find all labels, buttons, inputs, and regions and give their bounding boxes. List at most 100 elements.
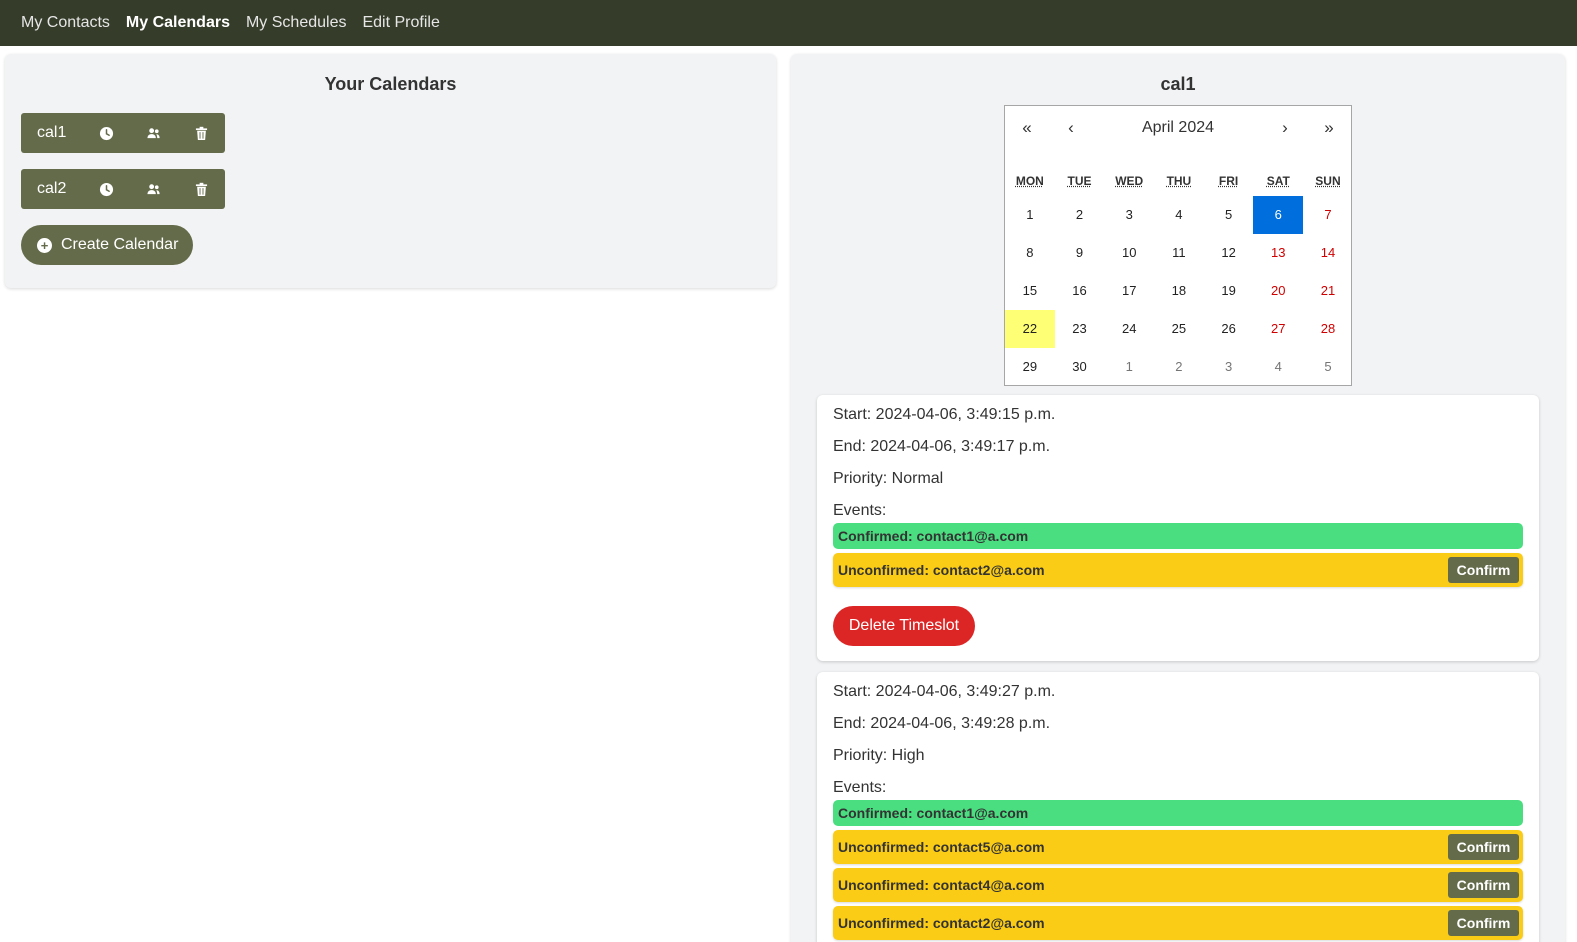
calendar-item-cal2: cal2 <box>21 169 225 209</box>
calendar-name[interactable]: cal2 <box>21 180 83 198</box>
calendar-grid: MON TUE WED THU FRI SAT SUN 1 2 3 4 5 6 … <box>1005 166 1353 386</box>
create-calendar-label: Create Calendar <box>61 236 178 254</box>
trash-icon[interactable] <box>178 113 226 153</box>
day-cell[interactable]: 17 <box>1104 272 1154 310</box>
day-cell[interactable]: 23 <box>1055 310 1105 348</box>
trash-icon[interactable] <box>178 169 226 209</box>
day-cell[interactable]: 3 <box>1104 196 1154 234</box>
day-cell[interactable]: 20 <box>1253 272 1303 310</box>
nav-my-schedules[interactable]: My Schedules <box>246 14 347 32</box>
weekday-label: WED <box>1104 166 1154 196</box>
day-cell[interactable]: 25 <box>1154 310 1204 348</box>
event-text: Confirmed: contact1@a.com <box>838 528 1028 544</box>
calendar-title: cal1 <box>791 74 1565 95</box>
nav-my-contacts[interactable]: My Contacts <box>21 14 110 32</box>
weekday-label: SAT <box>1253 166 1303 196</box>
day-cell[interactable]: 27 <box>1253 310 1303 348</box>
events-label: Events: <box>833 502 886 520</box>
clock-icon[interactable] <box>83 169 131 209</box>
clock-icon[interactable] <box>83 113 131 153</box>
day-cell-next-month[interactable]: 2 <box>1154 348 1204 386</box>
weekday-label: MON <box>1005 166 1055 196</box>
calendar-name[interactable]: cal1 <box>21 124 83 142</box>
day-cell[interactable]: 1 <box>1005 196 1055 234</box>
users-icon[interactable] <box>130 113 178 153</box>
day-cell-next-month[interactable]: 1 <box>1104 348 1154 386</box>
confirm-button[interactable]: Confirm <box>1448 834 1519 860</box>
timeslot-card: Start: 2024-04-06, 3:49:15 p.m. End: 202… <box>817 395 1539 661</box>
prev-year-button[interactable]: « <box>1005 106 1049 150</box>
calendar-detail-panel: cal1 « ‹ April 2024 › » MON TUE WED THU … <box>791 54 1565 942</box>
day-cell[interactable]: 26 <box>1204 310 1254 348</box>
event-confirmed: Confirmed: contact1@a.com <box>833 523 1523 549</box>
timeslot-end: End: 2024-04-06, 3:49:17 p.m. <box>833 438 1050 456</box>
day-cell[interactable]: 8 <box>1005 234 1055 272</box>
day-cell[interactable]: 16 <box>1055 272 1105 310</box>
event-text: Confirmed: contact1@a.com <box>838 805 1028 821</box>
day-cell[interactable]: 5 <box>1204 196 1254 234</box>
day-cell[interactable]: 15 <box>1005 272 1055 310</box>
nav-edit-profile[interactable]: Edit Profile <box>362 14 439 32</box>
day-cell[interactable]: 19 <box>1204 272 1254 310</box>
timeslot-end: End: 2024-04-06, 3:49:28 p.m. <box>833 715 1050 733</box>
day-cell[interactable]: 4 <box>1154 196 1204 234</box>
day-cell[interactable]: 10 <box>1104 234 1154 272</box>
weekday-label: FRI <box>1204 166 1254 196</box>
day-cell[interactable]: 18 <box>1154 272 1204 310</box>
panel-title: Your Calendars <box>5 74 776 95</box>
timeslot-start: Start: 2024-04-06, 3:49:27 p.m. <box>833 683 1055 701</box>
events-label: Events: <box>833 779 886 797</box>
timeslot-start: Start: 2024-04-06, 3:49:15 p.m. <box>833 406 1055 424</box>
event-text: Unconfirmed: contact2@a.com <box>838 915 1045 931</box>
day-cell-next-month[interactable]: 5 <box>1303 348 1353 386</box>
next-year-button[interactable]: » <box>1307 106 1351 150</box>
day-cell-selected[interactable]: 6 <box>1253 196 1303 234</box>
month-label[interactable]: April 2024 <box>1093 106 1263 150</box>
day-cell-next-month[interactable]: 3 <box>1204 348 1254 386</box>
day-cell[interactable]: 29 <box>1005 348 1055 386</box>
delete-timeslot-button[interactable]: Delete Timeslot <box>833 606 975 646</box>
event-unconfirmed: Unconfirmed: contact2@a.com Confirm <box>833 906 1523 940</box>
day-cell[interactable]: 9 <box>1055 234 1105 272</box>
event-text: Unconfirmed: contact5@a.com <box>838 839 1045 855</box>
day-cell-today[interactable]: 22 <box>1005 310 1055 348</box>
prev-month-button[interactable]: ‹ <box>1049 106 1093 150</box>
create-calendar-button[interactable]: + Create Calendar <box>21 225 193 265</box>
day-cell[interactable]: 12 <box>1204 234 1254 272</box>
event-text: Unconfirmed: contact2@a.com <box>838 562 1045 578</box>
weekday-label: THU <box>1154 166 1204 196</box>
day-cell[interactable]: 30 <box>1055 348 1105 386</box>
calendar-item-cal1: cal1 <box>21 113 225 153</box>
users-icon[interactable] <box>130 169 178 209</box>
event-unconfirmed: Unconfirmed: contact4@a.com Confirm <box>833 868 1523 902</box>
day-cell[interactable]: 24 <box>1104 310 1154 348</box>
weekday-label: SUN <box>1303 166 1353 196</box>
week-row: 22 23 24 25 26 27 28 <box>1005 310 1353 348</box>
confirm-button[interactable]: Confirm <box>1448 872 1519 898</box>
weekday-header: MON TUE WED THU FRI SAT SUN <box>1005 166 1353 196</box>
confirm-button[interactable]: Confirm <box>1448 557 1519 583</box>
top-nav: My Contacts My Calendars My Schedules Ed… <box>0 0 1577 46</box>
day-cell[interactable]: 21 <box>1303 272 1353 310</box>
day-cell[interactable]: 2 <box>1055 196 1105 234</box>
weekday-label: TUE <box>1055 166 1105 196</box>
day-cell[interactable]: 7 <box>1303 196 1353 234</box>
day-cell[interactable]: 13 <box>1253 234 1303 272</box>
day-cell-next-month[interactable]: 4 <box>1253 348 1303 386</box>
event-confirmed: Confirmed: contact1@a.com <box>833 800 1523 826</box>
calendars-panel: Your Calendars cal1 cal2 + Create Calend… <box>5 54 776 288</box>
week-row: 29 30 1 2 3 4 5 <box>1005 348 1353 386</box>
plus-circle-icon: + <box>37 238 52 253</box>
timeslot-priority: Priority: Normal <box>833 470 943 488</box>
day-cell[interactable]: 28 <box>1303 310 1353 348</box>
day-cell[interactable]: 11 <box>1154 234 1204 272</box>
next-month-button[interactable]: › <box>1263 106 1307 150</box>
event-text: Unconfirmed: contact4@a.com <box>838 877 1045 893</box>
week-row: 8 9 10 11 12 13 14 <box>1005 234 1353 272</box>
nav-my-calendars[interactable]: My Calendars <box>126 14 230 32</box>
timeslot-card: Start: 2024-04-06, 3:49:27 p.m. End: 202… <box>817 672 1539 942</box>
confirm-button[interactable]: Confirm <box>1448 910 1519 936</box>
event-unconfirmed: Unconfirmed: contact5@a.com Confirm <box>833 830 1523 864</box>
week-row: 1 2 3 4 5 6 7 <box>1005 196 1353 234</box>
day-cell[interactable]: 14 <box>1303 234 1353 272</box>
